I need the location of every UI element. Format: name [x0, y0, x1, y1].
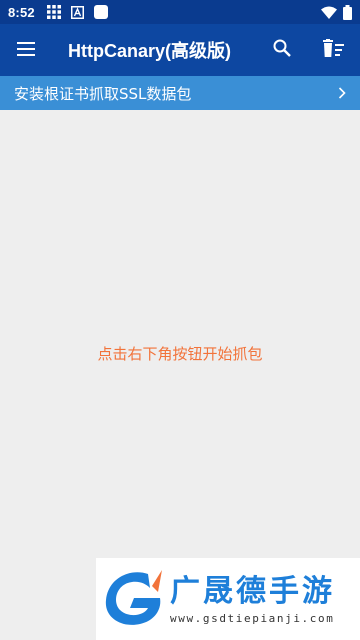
install-cert-label: 安装根证书抓取SSL数据包 [14, 84, 192, 103]
search-icon [273, 39, 291, 61]
search-button[interactable] [256, 24, 308, 76]
square-icon [93, 5, 108, 19]
install-cert-banner[interactable]: 安装根证书抓取SSL数据包 [0, 76, 360, 110]
empty-state-hint: 点击右下角按钮开始抓包 [97, 345, 263, 363]
status-time: 8:52 [8, 4, 35, 20]
a-box-icon [70, 5, 84, 19]
watermark-name: 广晟德手游 [170, 573, 335, 609]
battery-icon [343, 4, 352, 20]
menu-icon [17, 41, 35, 60]
clear-list-icon [323, 39, 345, 61]
grid-icon [46, 5, 61, 19]
app-title: HttpCanary(高级版) [68, 41, 232, 61]
clear-list-button[interactable] [308, 24, 360, 76]
wifi-icon [321, 6, 337, 19]
watermark-url: www.gsdtiepianji.com [170, 611, 335, 625]
site-watermark: 广晟德手游 www.gsdtiepianji.com [96, 558, 360, 640]
menu-button[interactable] [0, 24, 52, 76]
status-bar: 8:52 [0, 0, 360, 24]
chevron-right-icon [338, 87, 346, 99]
watermark-logo [105, 570, 162, 625]
app-bar: HttpCanary(高级版) [0, 24, 360, 76]
